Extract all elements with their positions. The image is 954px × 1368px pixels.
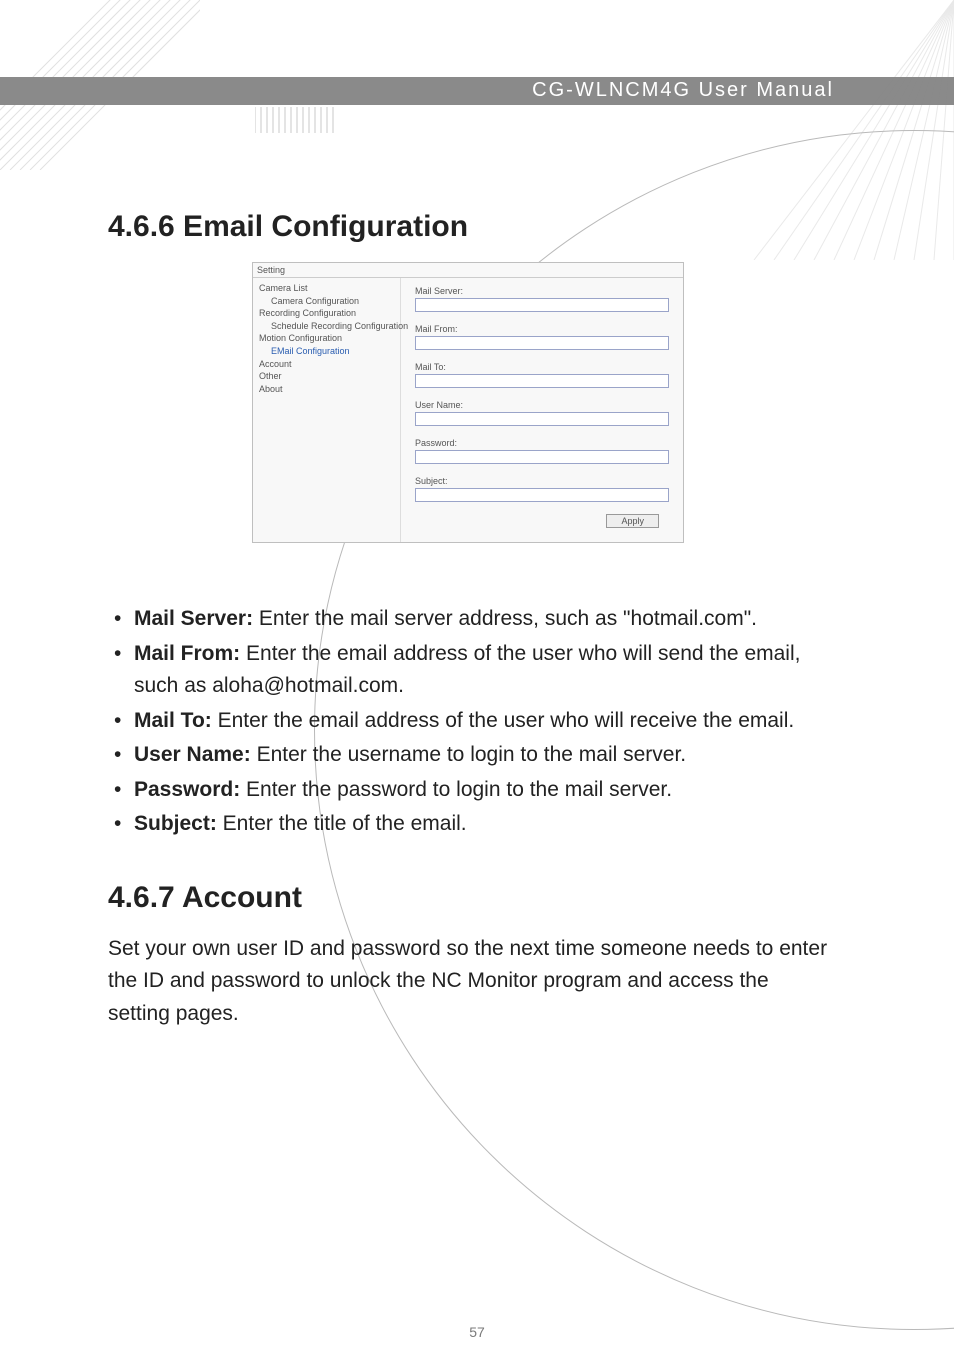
list-item: User Name: Enter the username to login t… bbox=[108, 739, 828, 772]
tree-node: Camera Configuration bbox=[259, 295, 398, 308]
list-item: Password: Enter the password to login to… bbox=[108, 774, 828, 807]
list-item: Mail To: Enter the email address of the … bbox=[108, 705, 828, 738]
tree-node-active: EMail Configuration bbox=[259, 345, 398, 358]
tree-node: Schedule Recording Configuration bbox=[259, 320, 398, 333]
field-input bbox=[415, 298, 669, 312]
tree-node: Recording Configuration bbox=[259, 307, 398, 320]
field-label: Mail Server: bbox=[415, 286, 669, 296]
screenshot-title: Setting bbox=[253, 263, 683, 278]
field-label: Subject: bbox=[415, 476, 669, 486]
tree-node: Motion Configuration bbox=[259, 332, 398, 345]
list-item: Subject: Enter the title of the email. bbox=[108, 808, 828, 841]
tree-node: About bbox=[259, 383, 398, 396]
screenshot-tree: Camera List Camera Configuration Recordi… bbox=[253, 278, 401, 542]
section-heading-account: 4.6.7 Account bbox=[108, 881, 828, 915]
bullet-list-email: Mail Server: Enter the mail server addre… bbox=[108, 603, 828, 841]
list-item: Mail Server: Enter the mail server addre… bbox=[108, 603, 828, 636]
field-input bbox=[415, 412, 669, 426]
tree-node: Camera List bbox=[259, 282, 398, 295]
account-paragraph: Set your own user ID and password so the… bbox=[108, 933, 828, 1031]
field-label: Password: bbox=[415, 438, 669, 448]
list-item: Mail From: Enter the email address of th… bbox=[108, 638, 828, 703]
field-label: User Name: bbox=[415, 400, 669, 410]
field-input bbox=[415, 336, 669, 350]
apply-button: Apply bbox=[606, 514, 659, 528]
screenshot-email-config: Setting Camera List Camera Configuration… bbox=[252, 262, 684, 543]
page-number: 57 bbox=[0, 1324, 954, 1340]
tree-node: Account bbox=[259, 358, 398, 371]
content: 4.6.6 Email Configuration Setting Camera… bbox=[108, 210, 828, 1030]
hatch-small bbox=[255, 107, 345, 133]
screenshot-form: Mail Server: Mail From: Mail To: User Na… bbox=[401, 278, 683, 542]
field-label: Mail From: bbox=[415, 324, 669, 334]
tree-node: Other bbox=[259, 370, 398, 383]
field-label: Mail To: bbox=[415, 362, 669, 372]
field-input bbox=[415, 450, 669, 464]
field-input bbox=[415, 374, 669, 388]
section-heading-email: 4.6.6 Email Configuration bbox=[108, 210, 828, 244]
field-input bbox=[415, 488, 669, 502]
